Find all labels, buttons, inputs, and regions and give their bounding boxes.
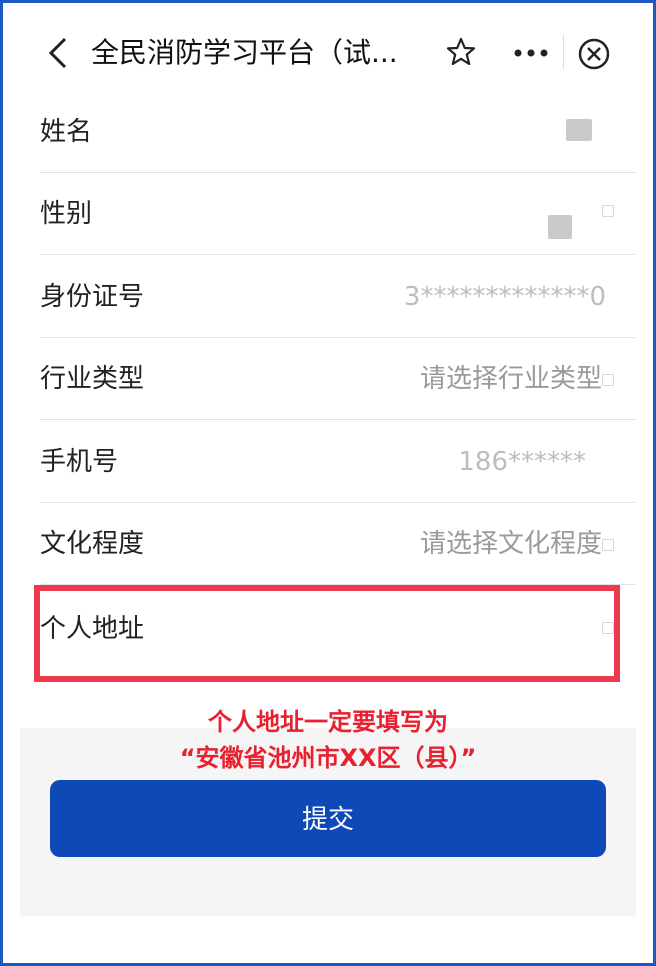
form-row-education[interactable]: 文化程度 请选择文化程度 — [20, 503, 636, 585]
submit-button[interactable]: 提交 — [50, 780, 606, 857]
form-row-phone[interactable]: 手机号 186****** — [20, 421, 636, 503]
row-label: 手机号 — [40, 447, 119, 477]
star-icon[interactable] — [445, 36, 477, 68]
row-label: 行业类型 — [40, 364, 145, 394]
mini-program-header: 全民消防学习平台（试... — [3, 3, 653, 95]
row-label: 文化程度 — [40, 529, 145, 559]
select-indicator-icon — [602, 205, 614, 217]
redacted-value — [566, 119, 592, 141]
annotation-text-line2: “安徽省池州市XX区（县）” — [179, 744, 477, 772]
row-label: 性别 — [40, 199, 93, 229]
page-title: 全民消防学习平台（试... — [91, 36, 398, 69]
row-value: 3*************0 — [403, 282, 606, 312]
row-value: 请选择文化程度 — [419, 529, 602, 559]
select-indicator-icon — [602, 539, 614, 551]
row-divider — [40, 584, 636, 585]
row-label: 个人地址 — [40, 614, 145, 644]
row-divider — [40, 254, 636, 255]
select-indicator-icon — [602, 622, 614, 634]
select-indicator-icon — [602, 374, 614, 386]
back-icon[interactable] — [43, 33, 73, 73]
close-icon[interactable] — [577, 37, 611, 71]
form-row-name[interactable]: 姓名 — [20, 91, 636, 173]
form-row-address[interactable]: 个人地址 — [20, 588, 636, 670]
form-row-industry[interactable]: 行业类型 请选择行业类型 — [20, 338, 636, 420]
more-icon[interactable] — [511, 37, 551, 67]
capsule-divider — [563, 35, 564, 69]
row-label: 姓名 — [40, 117, 93, 147]
row-divider — [40, 419, 636, 420]
form-row-id-number[interactable]: 身份证号 3*************0 — [20, 256, 636, 338]
row-value: 请选择行业类型 — [419, 364, 602, 394]
annotation-text-line1: 个人地址一定要填写为 — [208, 708, 448, 736]
redacted-value — [548, 215, 572, 239]
row-label: 身份证号 — [40, 282, 145, 312]
form-row-gender[interactable]: 性别 — [20, 173, 636, 255]
row-value: 186****** — [458, 447, 586, 477]
